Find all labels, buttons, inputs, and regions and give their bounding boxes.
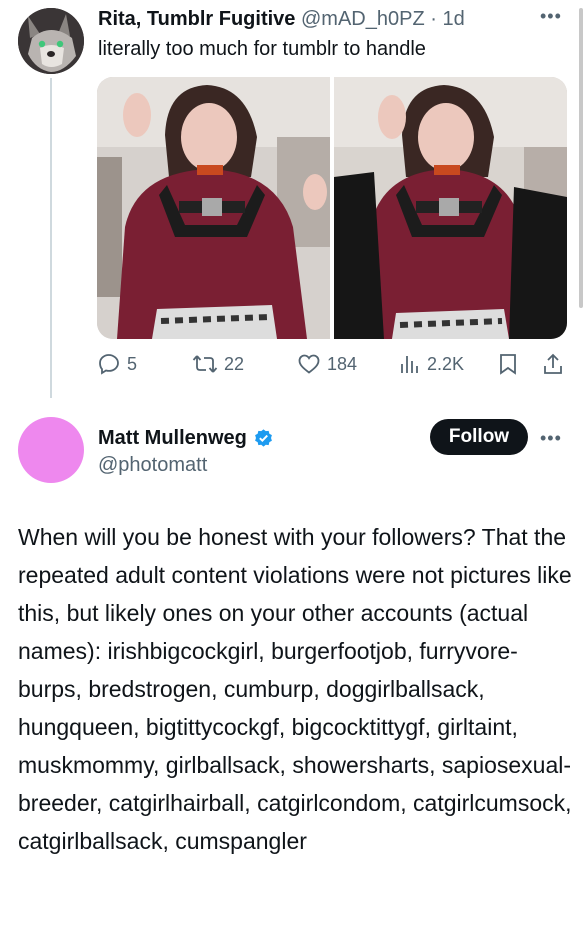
like-count: 184 bbox=[327, 353, 358, 374]
share-icon bbox=[544, 353, 562, 374]
photo-right[interactable] bbox=[334, 77, 567, 339]
avatar[interactable] bbox=[18, 417, 84, 483]
tweet-actions-bar: 5 22 184 2.2K bbox=[97, 352, 567, 382]
bookmark-icon bbox=[500, 354, 516, 375]
thread-connector-line bbox=[50, 78, 52, 398]
tweet-text: When will you be honest with your follow… bbox=[18, 524, 572, 854]
author-handle[interactable]: @mAD_h0PZ bbox=[301, 8, 425, 30]
tweet-header: Rita, Tumblr Fugitive @mAD_h0PZ · 1d bbox=[98, 6, 465, 32]
more-options-icon[interactable]: ••• bbox=[540, 6, 562, 27]
scrollbar[interactable] bbox=[579, 8, 583, 308]
separator-dot: · bbox=[430, 8, 437, 30]
tweet-text: literally too much for tumblr to handle bbox=[98, 38, 426, 60]
views-icon bbox=[401, 356, 418, 373]
reply-button[interactable]: 5 bbox=[97, 352, 137, 376]
follow-button[interactable]: Follow bbox=[430, 419, 528, 455]
share-button[interactable] bbox=[541, 352, 565, 376]
reply-count: 5 bbox=[127, 353, 138, 374]
views-button[interactable]: 2.2K bbox=[399, 352, 464, 376]
verified-badge-icon bbox=[254, 428, 272, 447]
like-button[interactable]: 184 bbox=[297, 352, 357, 376]
author-handle[interactable]: @photomatt bbox=[98, 452, 207, 478]
photo-illustration bbox=[334, 77, 567, 339]
photo-left[interactable] bbox=[97, 77, 330, 339]
author-name[interactable]: Matt Mullenweg bbox=[98, 425, 247, 451]
views-count: 2.2K bbox=[427, 353, 465, 374]
photo-illustration bbox=[97, 77, 330, 339]
reply-icon bbox=[99, 354, 119, 375]
retweet-count: 22 bbox=[224, 353, 245, 374]
avatar[interactable] bbox=[18, 8, 84, 74]
heart-icon bbox=[298, 354, 320, 374]
author-name[interactable]: Rita, Tumblr Fugitive bbox=[98, 8, 295, 30]
tweet-header: Matt Mullenweg bbox=[98, 425, 274, 451]
wolf-avatar-image bbox=[18, 8, 84, 74]
tweet-media[interactable] bbox=[97, 77, 567, 339]
retweet-button[interactable]: 22 bbox=[192, 352, 244, 376]
more-options-icon[interactable]: ••• bbox=[540, 428, 562, 449]
bookmark-button[interactable] bbox=[497, 352, 519, 376]
tweet-timestamp[interactable]: 1d bbox=[442, 8, 464, 30]
retweet-icon bbox=[192, 355, 218, 373]
